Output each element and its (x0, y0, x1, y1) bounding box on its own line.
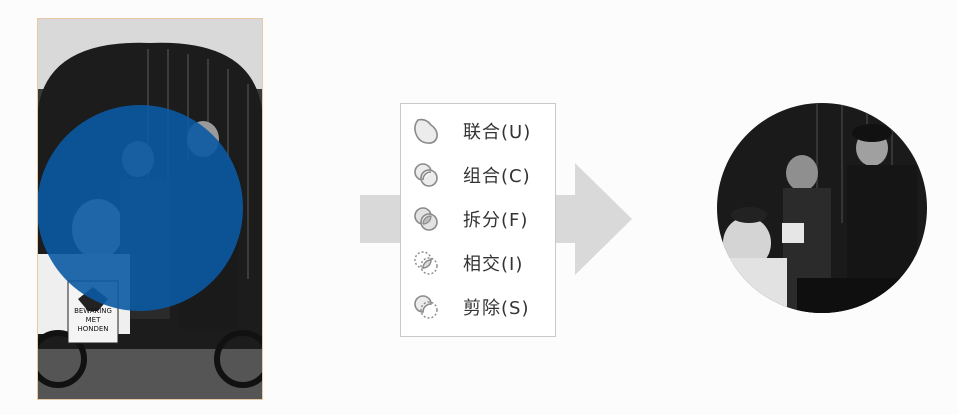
menu-item-label: 相交(I) (463, 254, 524, 275)
menu-item-fragment[interactable]: 拆分(F) (401, 197, 555, 241)
menu-item-subtract[interactable]: 剪除(S) (401, 285, 555, 329)
combine-shapes-icon (409, 158, 443, 192)
sign-text: BEWAKING MET HONDEN (74, 307, 112, 333)
union-shapes-icon (409, 114, 443, 148)
subtract-shapes-icon (409, 290, 443, 324)
menu-item-label: 拆分(F) (463, 210, 529, 231)
intersect-shapes-icon (409, 246, 443, 280)
menu-item-combine[interactable]: 组合(C) (401, 153, 555, 197)
menu-item-label: 联合(U) (463, 122, 532, 143)
menu-item-label: 剪除(S) (463, 298, 530, 319)
menu-item-union[interactable]: 联合(U) (401, 109, 555, 153)
source-photo-image (38, 19, 262, 399)
menu-item-intersect[interactable]: 相交(I) (401, 241, 555, 285)
blue-circle-overlay (38, 105, 243, 311)
fragment-shapes-icon (409, 202, 443, 236)
cropped-photo-image (717, 103, 927, 313)
source-photo-with-circle: BEWAKING MET HONDEN (37, 18, 263, 400)
result-circle-photo (717, 103, 927, 313)
menu-item-label: 组合(C) (463, 166, 531, 187)
merge-shapes-menu: 联合(U) 组合(C) 拆分(F) 相交(I) 剪除(S) (400, 103, 556, 337)
